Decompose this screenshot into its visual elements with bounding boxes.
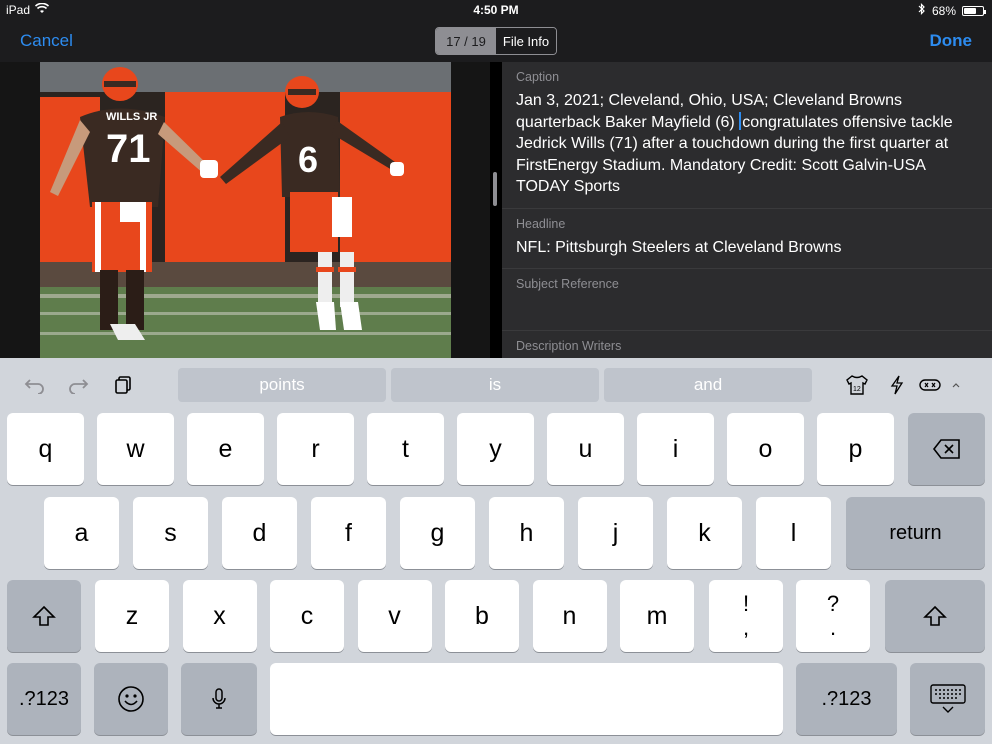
photo-counter-segment[interactable]: 17 / 19 [436, 28, 496, 54]
caption-label: Caption [516, 70, 560, 84]
paste-icon[interactable] [111, 374, 135, 396]
key-n[interactable]: n [532, 580, 607, 652]
subject-reference-field[interactable]: Subject Reference [502, 269, 992, 331]
delete-icon [932, 439, 960, 459]
lightning-icon[interactable] [885, 374, 909, 396]
key-s[interactable]: s [133, 497, 208, 569]
jersey-number-6: 6 [298, 139, 318, 180]
key-exclamation-comma[interactable]: !, [709, 580, 783, 652]
emoji-key[interactable] [94, 663, 168, 735]
key-z[interactable]: z [95, 580, 169, 652]
key-e[interactable]: e [187, 413, 264, 485]
caption-text[interactable]: Jan 3, 2021; Cleveland, Ohio, USA; Cleve… [516, 90, 978, 198]
suggestion-1[interactable]: points [178, 368, 386, 402]
dictation-key[interactable] [181, 663, 257, 735]
jersey-name: WILLS JR [106, 111, 157, 123]
shift-icon [32, 605, 56, 626]
suggestion-2[interactable]: is [391, 368, 599, 402]
cancel-button[interactable]: Cancel [20, 31, 73, 51]
key-question-period[interactable]: ?. [796, 580, 870, 652]
split-view-handle[interactable] [493, 172, 497, 206]
space-bar[interactable] [270, 663, 783, 735]
text-replacement-icon[interactable] [918, 374, 942, 396]
keyboard: points is and 12 qwertyuiop asdfghjkl re… [0, 358, 992, 744]
segmented-control: 17 / 19 File Info [435, 27, 557, 55]
battery-icon [962, 5, 986, 16]
key-i[interactable]: i [637, 413, 714, 485]
subject-reference-label: Subject Reference [516, 277, 619, 291]
text-caret [739, 111, 742, 130]
key-g[interactable]: g [400, 497, 475, 569]
shift-icon [923, 605, 947, 626]
numbers-key-left[interactable]: .?123 [7, 663, 81, 735]
return-key[interactable]: return [846, 497, 985, 569]
key-h[interactable]: h [489, 497, 564, 569]
key-m[interactable]: m [620, 580, 694, 652]
description-writers-field[interactable]: Description Writers [502, 331, 992, 358]
key-c[interactable]: c [270, 580, 344, 652]
key-d[interactable]: d [222, 497, 297, 569]
chevron-up-icon[interactable] [944, 374, 968, 396]
description-writers-label: Description Writers [516, 339, 622, 353]
redo-icon[interactable] [66, 374, 90, 396]
photo[interactable]: WILLS JR 71 6 [40, 62, 451, 358]
emoji-icon [118, 686, 144, 712]
headline-field[interactable]: Headline NFL: Pittsburgh Steelers at Cle… [502, 209, 992, 269]
key-r[interactable]: r [277, 413, 354, 485]
key-t[interactable]: t [367, 413, 444, 485]
bluetooth-icon [918, 3, 926, 18]
key-exclamation-label: ! [742, 591, 750, 616]
key-v[interactable]: v [357, 580, 432, 652]
shift-key-left[interactable] [7, 580, 81, 652]
delete-key[interactable] [908, 413, 985, 485]
caption-field[interactable]: Caption Jan 3, 2021; Cleveland, Ohio, US… [502, 62, 992, 209]
jersey-icon[interactable]: 12 [845, 374, 869, 396]
headline-label: Headline [516, 216, 566, 231]
main-content: WILLS JR 71 6 Caption Jan 3, 2021; Cleve… [0, 62, 992, 358]
suggestion-3[interactable]: and [604, 368, 812, 402]
key-period-label: . [829, 615, 837, 640]
key-question-label: ? [826, 591, 840, 616]
key-q[interactable]: q [7, 413, 84, 485]
headline-value[interactable]: NFL: Pittsburgh Steelers at Cleveland Br… [516, 237, 978, 259]
key-l[interactable]: l [756, 497, 831, 569]
dismiss-keyboard-key[interactable] [910, 663, 985, 735]
file-info-segment[interactable]: File Info [496, 28, 556, 54]
key-a[interactable]: a [44, 497, 119, 569]
clock: 4:50 PM [473, 3, 519, 17]
numbers-key-right[interactable]: .?123 [796, 663, 897, 735]
status-bar: iPad 4:50 PM 68% [0, 0, 992, 20]
key-y[interactable]: y [457, 413, 534, 485]
file-info-fields: Caption Jan 3, 2021; Cleveland, Ohio, US… [502, 62, 992, 358]
key-j[interactable]: j [578, 497, 653, 569]
keyboard-toolbar: points is and 12 [0, 358, 992, 412]
key-k[interactable]: k [667, 497, 742, 569]
keyboard-dismiss-icon [929, 684, 966, 713]
shift-key-right[interactable] [885, 580, 985, 652]
key-u[interactable]: u [547, 413, 624, 485]
jersey-icon-number: 12 [853, 386, 861, 393]
key-f[interactable]: f [311, 497, 386, 569]
undo-icon[interactable] [23, 374, 47, 396]
jersey-number-71: 71 [106, 127, 151, 171]
battery-fill [964, 7, 977, 14]
key-comma-label: , [742, 615, 750, 640]
key-o[interactable]: o [727, 413, 804, 485]
done-button[interactable]: Done [930, 31, 973, 51]
nav-bar: Cancel 17 / 19 File Info Done [0, 20, 992, 62]
key-w[interactable]: w [97, 413, 174, 485]
photo-pane: WILLS JR 71 6 [0, 62, 490, 358]
microphone-icon [212, 688, 226, 709]
key-p[interactable]: p [817, 413, 894, 485]
key-b[interactable]: b [445, 580, 519, 652]
battery-percent: 68% [931, 3, 956, 18]
key-x[interactable]: x [182, 580, 257, 652]
